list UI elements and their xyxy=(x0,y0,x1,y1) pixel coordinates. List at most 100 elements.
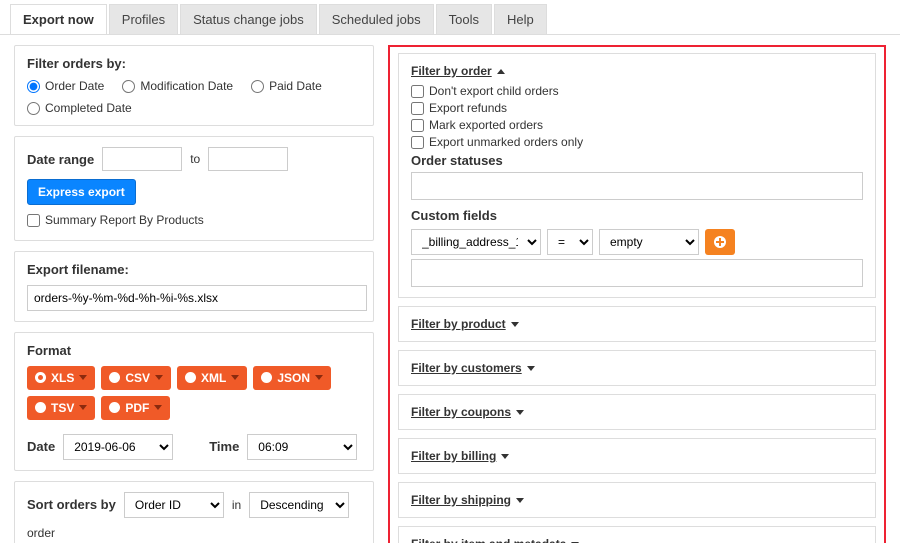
chevron-down-icon xyxy=(516,410,524,415)
chevron-down-icon xyxy=(155,375,163,380)
export-filename-box: Export filename: xyxy=(14,251,374,322)
filter-by-customers-toggle[interactable]: Filter by customers xyxy=(411,361,535,375)
filter-by-billing-toggle[interactable]: Filter by billing xyxy=(411,449,509,463)
format-xml-label: XML xyxy=(201,371,226,385)
filter-by-order-title: Filter by order xyxy=(411,64,492,78)
express-export-button[interactable]: Express export xyxy=(27,179,136,205)
radio-icon xyxy=(261,372,272,383)
chk-label: Export refunds xyxy=(429,101,507,115)
sort-field-select[interactable]: Order ID xyxy=(124,492,224,518)
radio-paid-date-label: Paid Date xyxy=(269,79,322,93)
radio-mod-date-label: Modification Date xyxy=(140,79,233,93)
filters-panel: Filter by order Don't export child order… xyxy=(388,45,886,543)
nav-tabs: Export now Profiles Status change jobs S… xyxy=(0,0,900,35)
radio-icon xyxy=(109,372,120,383)
format-pdf[interactable]: PDF xyxy=(101,396,170,420)
chk-export-refunds[interactable]: Export refunds xyxy=(411,101,853,115)
tab-help[interactable]: Help xyxy=(494,4,547,34)
chevron-down-icon xyxy=(516,498,524,503)
filter-by-product-box[interactable]: Filter by product xyxy=(398,306,876,342)
date-select[interactable]: 2019-06-06 xyxy=(63,434,173,460)
radio-icon xyxy=(35,402,46,413)
add-custom-field-button[interactable] xyxy=(705,229,735,255)
filter-by-product-toggle[interactable]: Filter by product xyxy=(411,317,519,331)
summary-report-checkbox[interactable]: Summary Report By Products xyxy=(27,213,204,227)
date-from-input[interactable] xyxy=(102,147,182,171)
chevron-down-icon xyxy=(154,405,162,410)
filter-by-shipping-toggle[interactable]: Filter by shipping xyxy=(411,493,524,507)
filter-by-item-metadata-title: Filter by item and metadata xyxy=(411,537,566,543)
filter-by-item-metadata-box[interactable]: Filter by item and metadata xyxy=(398,526,876,543)
radio-order-date-label: Order Date xyxy=(45,79,104,93)
chevron-down-icon xyxy=(79,375,87,380)
radio-order-date[interactable]: Order Date xyxy=(27,79,104,93)
to-label: to xyxy=(190,152,200,166)
sort-direction-select[interactable]: Descending xyxy=(249,492,349,518)
date-range-box: Date range to Express export Summary Rep… xyxy=(14,136,374,241)
filter-by-order-toggle[interactable]: Filter by order xyxy=(411,64,505,78)
radio-icon xyxy=(109,402,120,413)
filter-by-customers-title: Filter by customers xyxy=(411,361,522,375)
plus-icon xyxy=(714,236,726,248)
chevron-down-icon xyxy=(315,375,323,380)
time-label: Time xyxy=(209,439,239,454)
format-csv-label: CSV xyxy=(125,371,150,385)
tab-export-now[interactable]: Export now xyxy=(10,4,107,34)
format-xml[interactable]: XML xyxy=(177,366,247,390)
tab-tools[interactable]: Tools xyxy=(436,4,492,34)
time-select[interactable]: 06:09 xyxy=(247,434,357,460)
chevron-down-icon xyxy=(231,375,239,380)
sort-orders-box: Sort orders by Order ID in Descending or… xyxy=(14,481,374,543)
chevron-down-icon xyxy=(79,405,87,410)
format-csv[interactable]: CSV xyxy=(101,366,171,390)
filter-by-coupons-box[interactable]: Filter by coupons xyxy=(398,394,876,430)
chk-mark-exported[interactable]: Mark exported orders xyxy=(411,118,853,132)
chk-dont-export-child[interactable]: Don't export child orders xyxy=(411,84,853,98)
format-xls-label: XLS xyxy=(51,371,74,385)
chk-unmarked-only[interactable]: Export unmarked orders only xyxy=(411,135,853,149)
summary-report-label: Summary Report By Products xyxy=(45,213,204,227)
export-filename-label: Export filename: xyxy=(27,262,361,277)
chk-label: Export unmarked orders only xyxy=(429,135,583,149)
custom-field-op-select[interactable]: = xyxy=(547,229,593,255)
date-to-input[interactable] xyxy=(208,147,288,171)
chk-label: Mark exported orders xyxy=(429,118,543,132)
sort-orders-label: Sort orders by xyxy=(27,497,116,512)
filter-by-product-title: Filter by product xyxy=(411,317,506,331)
export-filename-input[interactable] xyxy=(27,285,367,311)
date-range-label: Date range xyxy=(27,152,94,167)
format-pdf-label: PDF xyxy=(125,401,149,415)
date-label: Date xyxy=(27,439,55,454)
tab-scheduled-jobs[interactable]: Scheduled jobs xyxy=(319,4,434,34)
format-box: Format XLS CSV XML JSON TSV PDF Date 201… xyxy=(14,332,374,471)
filter-by-shipping-title: Filter by shipping xyxy=(411,493,511,507)
radio-modification-date[interactable]: Modification Date xyxy=(122,79,233,93)
custom-fields-label: Custom fields xyxy=(411,208,863,223)
radio-completed-date-label: Completed Date xyxy=(45,101,132,115)
custom-field-name-select[interactable]: _billing_address_1 xyxy=(411,229,541,255)
chevron-up-icon xyxy=(497,69,505,74)
order-statuses-input[interactable] xyxy=(411,172,863,200)
format-json[interactable]: JSON xyxy=(253,366,331,390)
filter-by-customers-box[interactable]: Filter by customers xyxy=(398,350,876,386)
filter-by-coupons-title: Filter by coupons xyxy=(411,405,511,419)
filter-orders-by-box: Filter orders by: Order Date Modificatio… xyxy=(14,45,374,126)
radio-completed-date[interactable]: Completed Date xyxy=(27,101,132,115)
filter-by-order-box: Filter by order Don't export child order… xyxy=(398,53,876,298)
order-label: order xyxy=(27,526,55,540)
custom-fields-result-input[interactable] xyxy=(411,259,863,287)
tab-status-change-jobs[interactable]: Status change jobs xyxy=(180,4,317,34)
filter-by-billing-box[interactable]: Filter by billing xyxy=(398,438,876,474)
filter-by-shipping-box[interactable]: Filter by shipping xyxy=(398,482,876,518)
order-statuses-label: Order statuses xyxy=(411,153,863,168)
format-xls[interactable]: XLS xyxy=(27,366,95,390)
custom-field-value-select[interactable]: empty xyxy=(599,229,699,255)
filter-by-coupons-toggle[interactable]: Filter by coupons xyxy=(411,405,524,419)
filter-orders-by-title: Filter orders by: xyxy=(27,56,361,71)
format-tsv[interactable]: TSV xyxy=(27,396,95,420)
tab-profiles[interactable]: Profiles xyxy=(109,4,178,34)
radio-paid-date[interactable]: Paid Date xyxy=(251,79,322,93)
format-title: Format xyxy=(27,343,361,358)
format-json-label: JSON xyxy=(277,371,310,385)
filter-by-item-metadata-toggle[interactable]: Filter by item and metadata xyxy=(411,537,579,543)
